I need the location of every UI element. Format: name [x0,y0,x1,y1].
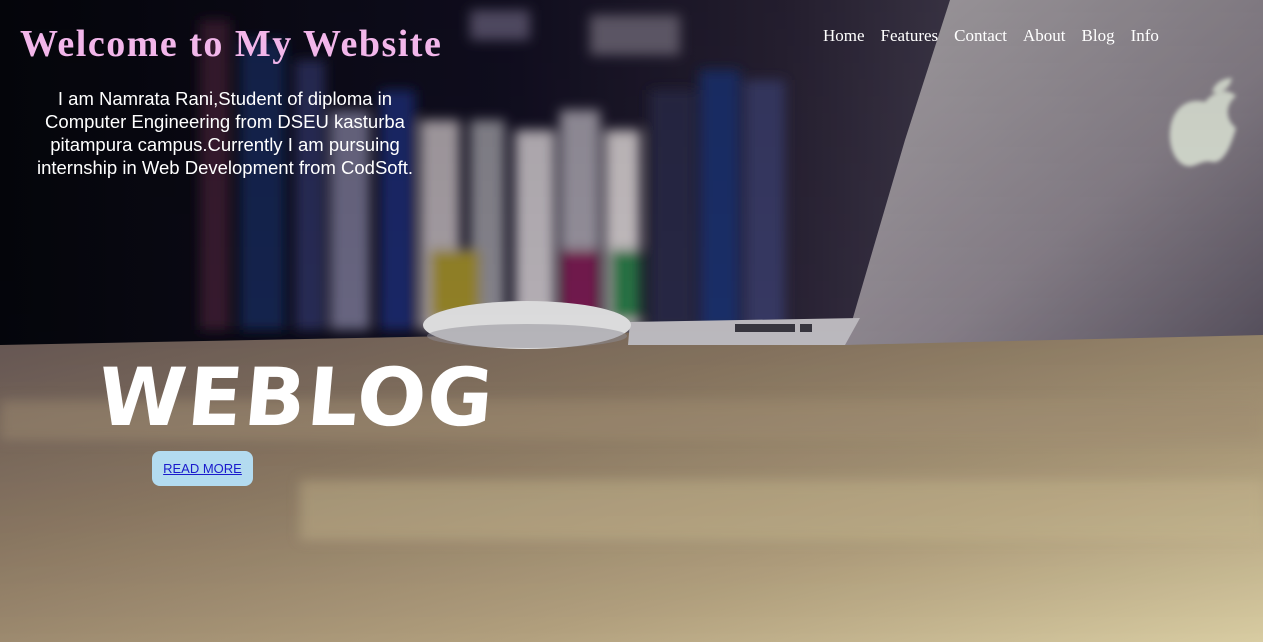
hero-heading: WEBLOG [93,351,501,444]
nav-link-features[interactable]: Features [873,25,947,47]
read-more-link[interactable]: READ MORE [163,461,242,476]
read-more-button[interactable]: READ MORE [152,451,253,486]
site-title: Welcome to My Website [20,23,443,65]
nav-link-info[interactable]: Info [1123,25,1167,47]
top-nav: Home Features Contact About Blog Info [815,25,1167,47]
nav-link-contact[interactable]: Contact [946,25,1015,47]
intro-text: I am Namrata Rani,Student of diploma in … [36,88,413,178]
nav-link-home[interactable]: Home [815,25,873,47]
page: Welcome to My Website Home Features Cont… [0,0,1263,642]
nav-link-blog[interactable]: Blog [1074,25,1123,47]
nav-link-about[interactable]: About [1015,25,1074,47]
